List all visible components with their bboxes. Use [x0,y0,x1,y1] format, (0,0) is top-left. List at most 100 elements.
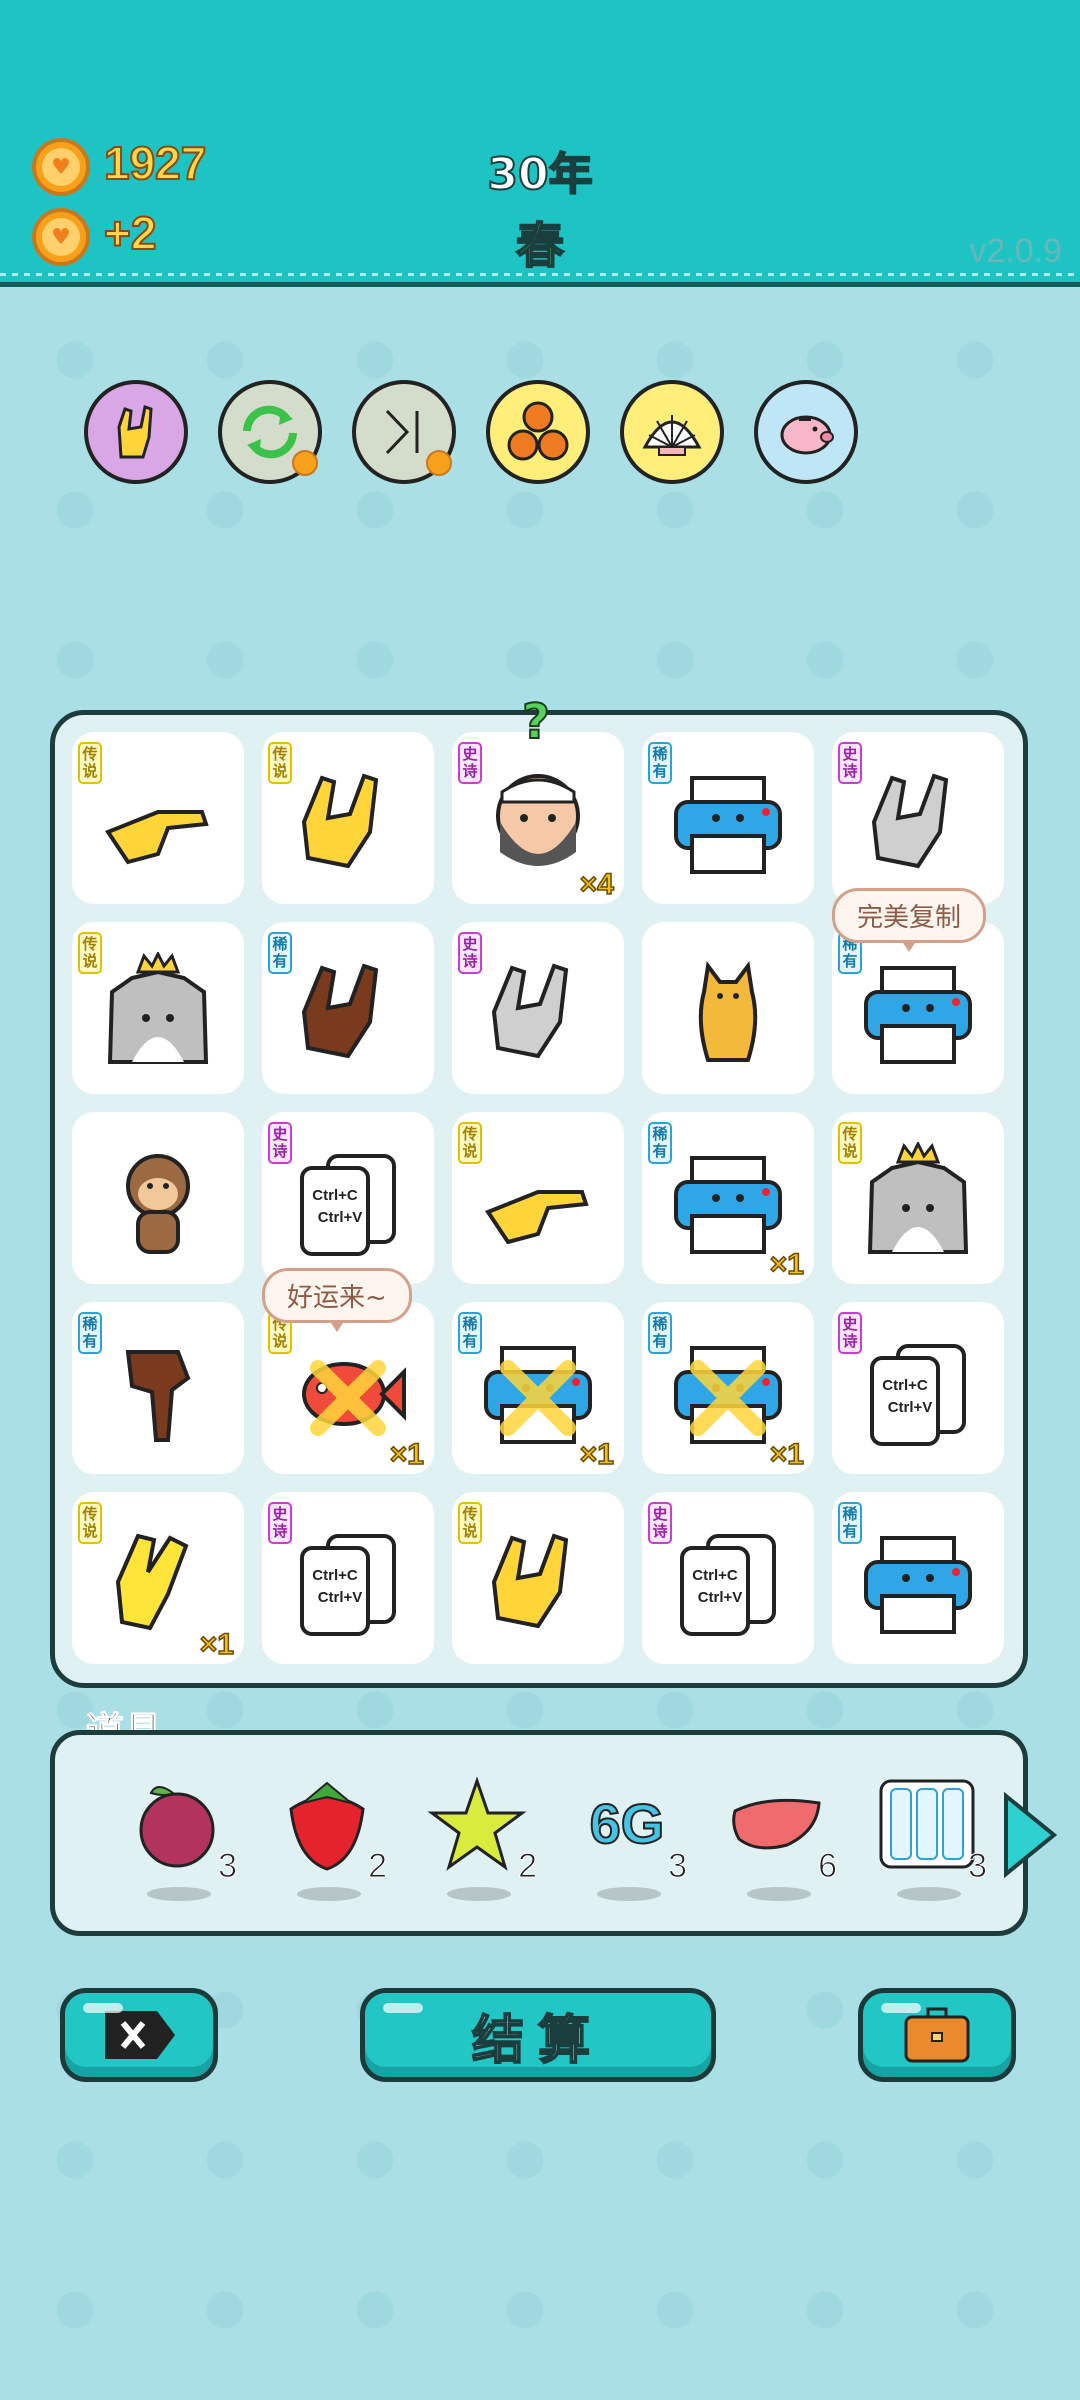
item-rare-cards[interactable]: 3 [867,1775,987,1915]
item-count: 3 [968,1847,988,1886]
board-cell[interactable]: 传说 [452,1112,624,1284]
rock-hand-skill-button[interactable] [84,380,188,484]
6g-icon: 6G [589,1791,666,1856]
item-6g[interactable]: 6G 3 [567,1775,687,1915]
briefcase-icon [904,2007,970,2063]
year-label: 30年 [486,148,593,201]
basketball-skill-button[interactable] [486,380,590,484]
svg-text:Ctrl+C: Ctrl+C [692,1567,738,1584]
printer-icon [674,776,782,874]
board-cell[interactable]: 稀有 [262,922,434,1094]
board-cell[interactable]: 传说 ×1 [72,1492,244,1664]
game-board: 传说 传说 史诗 ×4 稀有 史诗 传说 稀有 史诗 稀有 Ctrl+C Ctrl+V 史诗 传说 稀有 ×1… [50,710,1028,1688]
rock-hand-icon [491,1533,569,1629]
printer-icon [864,966,972,1064]
rarity-tag: 史诗 [458,932,482,974]
board-cell[interactable]: Ctrl+C Ctrl+V 史诗 [832,1302,1004,1474]
board-cell[interactable]: Ctrl+C Ctrl+V 史诗 [262,1492,434,1664]
board-cell[interactable]: 传说 [262,732,434,904]
heart-badge-icon [426,450,452,476]
board-cell[interactable]: 稀有 [832,922,1004,1094]
svg-text:Ctrl+V: Ctrl+V [698,1589,743,1606]
board-cell[interactable]: 稀有 ×1 [642,1302,814,1474]
rarity-tag: 稀有 [648,742,672,784]
rarity-tag: 传说 [78,1502,102,1544]
version-label: v2.0.9 [969,232,1062,270]
rarity-tag: 史诗 [458,742,482,784]
rare-cards-icon [879,1779,975,1869]
item-count: 2 [518,1847,538,1886]
piggy-bank-skill-button[interactable] [754,380,858,484]
good-luck-bubble: 好运来~ [262,1268,412,1332]
board-cell[interactable]: 传说 [452,1492,624,1664]
heart-badge-icon [292,450,318,476]
settle-label: 结算 [471,2010,604,2072]
rarity-tag: 传说 [838,1122,862,1164]
item-lychee[interactable]: 3 [117,1775,237,1915]
scroll-right-arrow-icon[interactable] [1000,1790,1060,1880]
rarity-tag: 传说 [78,742,102,784]
copy-paste-icon: Ctrl+C Ctrl+V [300,1534,396,1636]
rock-hand-icon [301,963,379,1059]
rarity-tag: 传说 [458,1122,482,1164]
board-cell[interactable]: 传说 [72,922,244,1094]
board-cell[interactable]: 史诗 [832,732,1004,904]
board-cell[interactable] [642,922,814,1094]
bag-button[interactable] [858,1988,1016,2082]
board-cell[interactable]: Ctrl+C Ctrl+V 史诗 [262,1112,434,1284]
item-star[interactable]: 2 [417,1775,537,1915]
board-cell[interactable]: 传说 [72,732,244,904]
income-value: +2 [103,206,157,260]
pointing-down-hand-icon [125,1350,191,1442]
rarity-tag: 稀有 [648,1312,672,1354]
board-cell[interactable]: 稀有 [72,1302,244,1474]
board-cell[interactable] [72,1112,244,1284]
printer-icon [864,1536,972,1634]
star-icon [427,1776,527,1871]
board-cell[interactable]: 稀有 [642,732,814,904]
board-cell[interactable]: 稀有 [832,1492,1004,1664]
peace-hand-icon [115,1533,189,1631]
rarity-tag: 史诗 [268,1502,292,1544]
board-cell[interactable]: 传说 [832,1112,1004,1284]
board-cell[interactable]: 史诗 [452,922,624,1094]
item-count: 6 [818,1847,838,1886]
rock-hand-icon [301,773,379,869]
settle-button[interactable]: 结算 [360,1988,716,2082]
item-count: 3 [218,1847,238,1886]
board-cell[interactable]: 稀有 ×1 [452,1302,624,1474]
stack-count: ×1 [199,1627,235,1662]
exit-button[interactable] [60,1988,218,2082]
basketballs-icon [507,401,569,461]
stack-count: ×1 [769,1437,805,1472]
exit-icon [105,2011,175,2059]
pointing-hand-icon [104,810,209,865]
rarity-tag: 稀有 [268,932,292,974]
board-cell[interactable]: 传说 ×1 [262,1302,434,1474]
rarity-tag: 稀有 [78,1312,102,1354]
copy-paste-icon: Ctrl+C Ctrl+V [870,1344,966,1446]
copy-paste-icon: Ctrl+C Ctrl+V [300,1154,396,1256]
board-cell[interactable]: 史诗 ×4 [452,732,624,904]
rock-hand-icon [117,405,153,459]
board-cell[interactable]: 稀有 ×1 [642,1112,814,1284]
stack-count: ×4 [579,867,615,902]
shell-skill-button[interactable] [620,380,724,484]
item-count: 3 [668,1847,688,1886]
board-cell[interactable]: Ctrl+C Ctrl+V 史诗 [642,1492,814,1664]
refresh-skill-button[interactable] [218,380,322,484]
printer-icon [484,1346,592,1444]
monkey-icon [126,1154,190,1254]
rarity-tag: 史诗 [838,742,862,784]
liver-icon [732,1798,821,1850]
strawberry-icon [289,1781,365,1871]
skip-skill-button[interactable] [352,380,456,484]
piggy-bank-icon [780,415,834,455]
fish-icon [302,1360,406,1436]
item-liver[interactable]: 6 [717,1775,837,1915]
item-strawberry[interactable]: 2 [267,1775,387,1915]
svg-text:Ctrl+C: Ctrl+C [882,1377,928,1394]
stack-count: ×1 [769,1247,805,1282]
top-bar: ♥ 1927 ♥ +2 30年 春 v2.0.9 [0,0,1080,287]
shell-icon [642,415,702,456]
